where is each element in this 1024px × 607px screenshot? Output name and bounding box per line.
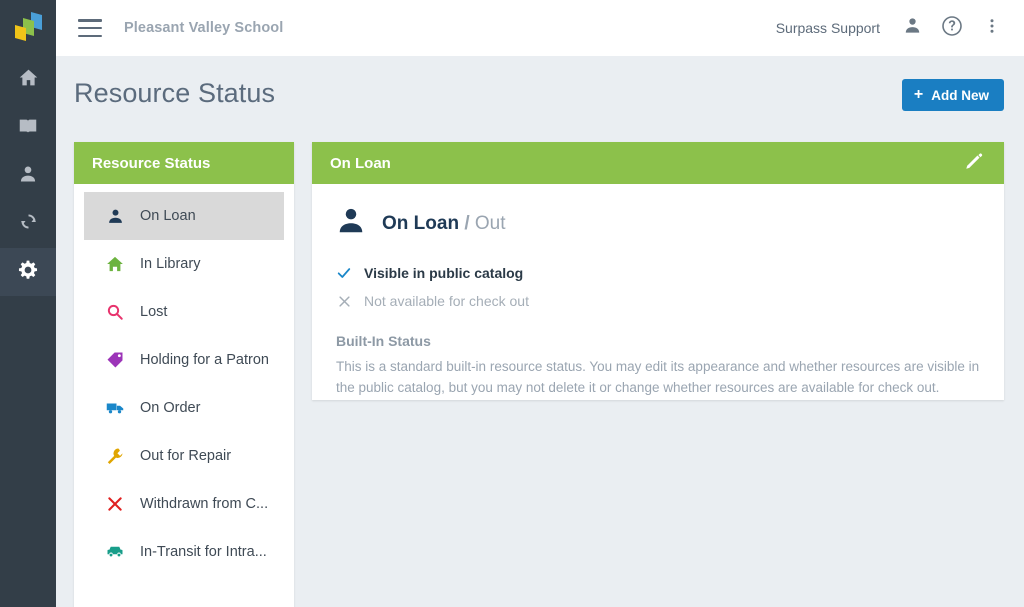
pencil-icon [964,150,986,176]
detail-panel-header: On Loan [312,142,1004,184]
flag-label: Not available for check out [364,293,529,309]
tag-icon [106,351,124,369]
sidebar-item-patrons[interactable] [0,152,56,200]
page-title: Resource Status [74,78,276,108]
primary-nav-rail [0,0,56,607]
status-name: On Loan [382,212,460,234]
list-item[interactable]: In Library [84,240,284,288]
more-options-button[interactable] [972,8,1012,48]
add-new-button[interactable]: + Add New [901,79,1004,111]
resource-status-detail-panel: On Loan On Loan / Out Visible in public … [312,142,1004,400]
sidebar-item-catalog[interactable] [0,104,56,152]
person-icon [336,206,366,241]
sidebar-item-circulation[interactable] [0,200,56,248]
list-item[interactable]: On Order [84,384,284,432]
list-item-label: On Loan [140,208,196,224]
person-icon [18,164,38,189]
edit-button[interactable] [964,150,986,176]
list-item-label: Out for Repair [140,448,232,464]
resource-status-list-panel: Resource Status On Loan In Library Lost Hol… [74,142,294,607]
list-item-label: Withdrawn from C... [140,496,269,512]
status-alt-name: Out [474,212,506,234]
hamburger-icon[interactable] [78,19,102,37]
wrench-icon [106,447,124,465]
list-item[interactable]: In-Transit for Intra... [84,528,284,576]
builtin-status-description: This is a standard built-in resource sta… [336,359,980,395]
name-separator: / [464,212,470,234]
detail-panel-title: On Loan [330,154,391,172]
top-bar: Pleasant Valley School Surpass Support [56,0,1024,56]
list-panel-header: Resource Status [74,142,294,184]
list-item-label: In-Transit for Intra... [140,544,267,560]
sidebar-item-home[interactable] [0,56,56,104]
plus-icon: + [913,86,924,103]
book-icon [17,115,39,142]
check-icon [336,265,352,281]
help-button[interactable] [932,8,972,48]
more-vertical-icon [983,17,1001,40]
school-name: Pleasant Valley School [124,20,284,36]
detail-body: On Loan / Out Visible in public catalog … [312,184,1004,419]
list-item[interactable]: Out for Repair [84,432,284,480]
list-item[interactable]: Holding for a Patron [84,336,284,384]
x-icon [106,495,124,513]
flag-not-available-for-checkout: Not available for check out [336,287,980,315]
search-icon [106,303,124,321]
resource-status-list: On Loan In Library Lost Holding for a Patro… [74,184,294,576]
list-item-label: Lost [140,304,168,320]
list-panel-title: Resource Status [92,154,211,172]
person-icon [106,208,124,225]
home-icon [106,255,124,273]
detail-status-name: On Loan / Out [382,213,506,235]
list-item-label: Holding for a Patron [140,352,269,368]
person-icon [903,16,922,40]
sidebar-item-settings[interactable] [0,248,56,296]
account-button[interactable] [892,8,932,48]
list-item-label: On Order [140,400,201,416]
truck-icon [106,398,124,418]
builtin-status-label: Built-In Status [336,333,431,349]
user-name: Surpass Support [775,20,880,36]
flag-label: Visible in public catalog [364,265,524,281]
app-root: Pleasant Valley School Surpass Support R… [0,0,1024,607]
list-item[interactable]: Lost [84,288,284,336]
list-item[interactable]: On Loan [84,192,284,240]
detail-title-row: On Loan / Out [336,206,980,241]
add-new-label: Add New [931,87,989,103]
x-icon [336,294,352,309]
flag-visible-in-catalog: Visible in public catalog [336,259,980,287]
list-item[interactable]: Withdrawn from C... [84,480,284,528]
topbar-actions: Surpass Support [776,8,1024,48]
home-icon [18,67,39,93]
surpass-logo[interactable] [0,0,56,56]
gear-icon [17,259,39,286]
car-icon [106,542,124,562]
sync-icon [18,211,39,237]
help-circle-icon [940,14,964,43]
list-item-label: In Library [140,256,201,272]
